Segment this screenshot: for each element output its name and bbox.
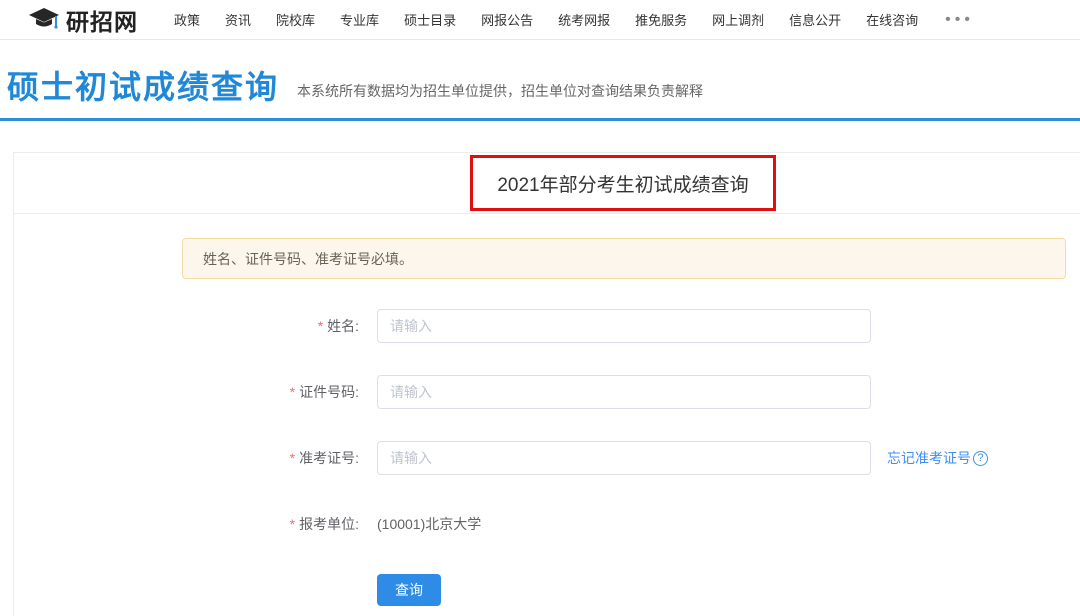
help-question-icon: ? bbox=[973, 451, 988, 466]
nav-item-college-library[interactable]: 院校库 bbox=[276, 10, 315, 29]
nav-item-online-consult[interactable]: 在线咨询 bbox=[866, 10, 918, 29]
form-row-id-number: *证件号码: bbox=[14, 375, 1080, 409]
nav-item-major-library[interactable]: 专业库 bbox=[340, 10, 379, 29]
name-label: *姓名: bbox=[14, 316, 377, 336]
target-unit-value: (10001)北京大学 bbox=[377, 514, 481, 534]
id-number-label-text: 证件号码: bbox=[299, 384, 359, 400]
top-navbar: 研招网 政策 资讯 院校库 专业库 硕士目录 网报公告 统考网报 推免服务 网上… bbox=[0, 0, 1080, 40]
required-fields-notice: 姓名、证件号码、准考证号必填。 bbox=[182, 238, 1066, 279]
nav-item-online-adjustment[interactable]: 网上调剂 bbox=[712, 10, 764, 29]
nav-item-policy[interactable]: 政策 bbox=[174, 10, 200, 29]
target-unit-label-text: 报考单位: bbox=[299, 516, 359, 532]
required-asterisk: * bbox=[290, 516, 295, 532]
query-button[interactable]: 查询 bbox=[377, 574, 441, 606]
ticket-number-label: *准考证号: bbox=[14, 448, 377, 468]
nav-item-master-catalog[interactable]: 硕士目录 bbox=[404, 10, 456, 29]
nav-item-unified-exam-report[interactable]: 统考网报 bbox=[558, 10, 610, 29]
required-asterisk: * bbox=[318, 318, 323, 334]
nav-item-info-disclosure[interactable]: 信息公开 bbox=[789, 10, 841, 29]
site-logo[interactable]: 研招网 bbox=[28, 3, 138, 37]
required-asterisk: * bbox=[290, 384, 295, 400]
page-subtitle: 本系统所有数据均为招生单位提供，招生单位对查询结果负责解释 bbox=[297, 81, 703, 108]
card-body: 姓名、证件号码、准考证号必填。 *姓名: *证件号码: *准考证号: 忘记准考证… bbox=[14, 214, 1080, 607]
nav-item-exempt-service[interactable]: 推免服务 bbox=[635, 10, 687, 29]
nav-item-news[interactable]: 资讯 bbox=[225, 10, 251, 29]
forgot-ticket-link-text: 忘记准考证号 bbox=[887, 448, 971, 468]
form-row-name: *姓名: bbox=[14, 309, 1080, 343]
ticket-number-input[interactable] bbox=[377, 441, 871, 475]
required-asterisk: * bbox=[290, 450, 295, 466]
header-divider bbox=[0, 118, 1080, 121]
logo-text: 研招网 bbox=[66, 3, 138, 37]
form-row-submit: 查询 bbox=[14, 573, 1080, 607]
nav-menu: 政策 资讯 院校库 专业库 硕士目录 网报公告 统考网报 推免服务 网上调剂 信… bbox=[174, 10, 974, 29]
page-header: 硕士初试成绩查询 本系统所有数据均为招生单位提供，招生单位对查询结果负责解释 bbox=[0, 40, 1080, 118]
name-input[interactable] bbox=[377, 309, 871, 343]
name-label-text: 姓名: bbox=[327, 318, 359, 334]
id-number-input[interactable] bbox=[377, 375, 871, 409]
forgot-ticket-link[interactable]: 忘记准考证号 ? bbox=[887, 448, 988, 468]
more-menu-icon[interactable]: ••• bbox=[945, 15, 974, 25]
target-unit-label: *报考单位: bbox=[14, 514, 377, 534]
card-title: 2021年部分考生初试成绩查询 bbox=[497, 170, 748, 197]
card-header: 2021年部分考生初试成绩查询 bbox=[14, 153, 1080, 214]
page-title: 硕士初试成绩查询 bbox=[7, 62, 279, 108]
id-number-label: *证件号码: bbox=[14, 382, 377, 402]
form-row-ticket-number: *准考证号: 忘记准考证号 ? bbox=[14, 441, 1080, 475]
score-query-card: 2021年部分考生初试成绩查询 姓名、证件号码、准考证号必填。 *姓名: *证件… bbox=[13, 152, 1080, 616]
graduation-cap-icon bbox=[28, 7, 60, 33]
form-row-target-unit: *报考单位: (10001)北京大学 bbox=[14, 507, 1080, 541]
ticket-number-label-text: 准考证号: bbox=[299, 450, 359, 466]
nav-item-online-report-notice[interactable]: 网报公告 bbox=[481, 10, 533, 29]
